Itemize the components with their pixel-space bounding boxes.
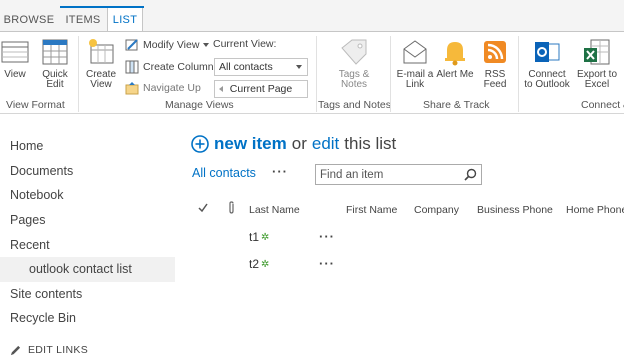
rss-icon — [484, 41, 506, 63]
group-divider — [518, 36, 519, 112]
view-icon — [1, 41, 29, 63]
nav-item-pages[interactable]: Pages — [0, 208, 175, 233]
edit-list-link[interactable]: edit — [312, 134, 339, 154]
rss-feed-label: RSS Feed — [483, 69, 507, 90]
alert-me-button[interactable]: Alert Me — [433, 36, 477, 80]
bell-icon — [445, 42, 465, 66]
group-label-view-format: View Format — [6, 99, 65, 111]
nav-item-site-contents[interactable]: Site contents — [0, 282, 175, 307]
pencil-icon — [10, 345, 21, 355]
view-all-contacts-link[interactable]: All contacts — [192, 166, 256, 180]
create-view-label: Create View — [85, 69, 116, 90]
add-icon[interactable] — [191, 135, 209, 153]
navigate-up-button[interactable]: Navigate Up — [125, 81, 201, 95]
tab-browse[interactable]: BROWSE — [0, 8, 58, 32]
new-item-link[interactable]: new item — [214, 134, 287, 154]
previous-page-icon — [219, 86, 223, 92]
export-excel-button[interactable]: Export to Excel — [574, 36, 620, 90]
group-label-connect-export: Connect & — [581, 99, 624, 111]
item-title-link[interactable]: t1 — [249, 230, 259, 244]
nav-item-home[interactable]: Home — [0, 134, 175, 159]
tab-context-highlight — [60, 6, 144, 8]
attachment-icon — [227, 201, 236, 218]
email-link-label: E-mail a Link — [396, 69, 434, 90]
create-view-icon — [89, 39, 114, 64]
export-excel-label: Export to Excel — [576, 69, 618, 90]
search-input[interactable]: Find an item — [315, 164, 482, 185]
group-label-tags-notes: Tags and Notes — [318, 99, 391, 111]
nav-item-outlook-contact-list[interactable]: outlook contact list — [0, 256, 175, 282]
nav-item-recycle-bin[interactable]: Recycle Bin — [0, 306, 175, 331]
nav-item-documents[interactable]: Documents — [0, 159, 175, 184]
alert-me-label: Alert Me — [436, 69, 474, 80]
quick-edit-icon — [42, 39, 68, 65]
search-icon[interactable] — [464, 168, 477, 181]
item-title-link[interactable]: t2 — [249, 257, 259, 271]
row-actions-ellipsis[interactable]: ··· — [319, 229, 335, 244]
chevron-down-icon — [203, 43, 210, 47]
tag-icon — [341, 39, 367, 65]
navigate-up-label: Navigate Up — [143, 82, 201, 94]
group-divider — [390, 36, 391, 112]
view-button[interactable]: View — [0, 36, 37, 80]
email-link-button[interactable]: E-mail a Link — [393, 36, 437, 90]
edit-links-button[interactable]: EDIT LINKS — [10, 344, 88, 356]
modify-view-label: Modify View — [143, 39, 200, 51]
column-header-home-phone[interactable]: Home Phone — [566, 204, 624, 216]
tab-items[interactable]: ITEMS — [60, 8, 106, 32]
new-item-bar: new item or edit this list — [191, 134, 396, 154]
ribbon: View Quick Edit View Format Create View — [0, 32, 624, 114]
table-row: t2 ✲ — [249, 257, 269, 271]
column-header-last-name[interactable]: Last Name — [249, 204, 300, 216]
current-view-value: All contacts — [219, 61, 273, 73]
left-navigation: Home Documents Notebook Pages Recent out… — [0, 134, 175, 331]
row-actions-ellipsis[interactable]: ··· — [319, 256, 335, 271]
create-column-label: Create Column — [143, 61, 214, 73]
search-placeholder: Find an item — [320, 168, 384, 181]
create-view-button[interactable]: Create View — [79, 36, 123, 90]
current-page-label: Current Page — [229, 83, 293, 95]
group-label-manage-views: Manage Views — [165, 99, 234, 111]
tags-notes-label: Tags & Notes — [338, 69, 370, 90]
tab-list[interactable]: LIST — [107, 7, 143, 32]
quick-edit-button[interactable]: Quick Edit — [33, 36, 77, 90]
view-label: View — [4, 69, 26, 80]
create-column-button[interactable]: Create Column — [125, 60, 214, 74]
modify-view-icon — [125, 39, 138, 51]
group-label-share-track: Share & Track — [423, 99, 490, 111]
new-item-icon: ✲ — [261, 258, 270, 270]
outlook-icon — [535, 42, 560, 62]
view-options-ellipsis[interactable]: ··· — [272, 164, 288, 179]
current-view-select[interactable]: All contacts — [214, 58, 308, 76]
current-page-control[interactable]: Current Page — [214, 80, 308, 98]
new-item-icon: ✲ — [261, 231, 270, 243]
nav-item-recent[interactable]: Recent — [0, 232, 175, 257]
tags-notes-button[interactable]: Tags & Notes — [332, 36, 376, 90]
rss-feed-button[interactable]: RSS Feed — [473, 36, 517, 90]
quick-edit-label: Quick Edit — [42, 69, 68, 90]
modify-view-button[interactable]: Modify View — [125, 38, 210, 52]
this-list-text: this list — [344, 134, 397, 153]
select-all-checkmark-icon[interactable] — [198, 203, 208, 216]
nav-item-notebook[interactable]: Notebook — [0, 183, 175, 208]
email-icon — [403, 40, 427, 64]
table-row: t1 ✲ — [249, 230, 269, 244]
column-header-company[interactable]: Company — [414, 204, 459, 216]
edit-links-label: EDIT LINKS — [28, 344, 88, 356]
column-header-business-phone[interactable]: Business Phone — [477, 204, 553, 216]
create-column-icon — [125, 60, 139, 74]
connect-outlook-button[interactable]: Connect to Outlook — [523, 36, 571, 90]
or-text: or — [291, 134, 307, 153]
current-view-label: Current View: — [213, 38, 277, 50]
connect-outlook-label: Connect to Outlook — [524, 69, 570, 90]
navigate-up-icon — [125, 82, 139, 95]
ribbon-tab-bar: BROWSE ITEMS LIST — [0, 0, 624, 32]
chevron-down-icon — [296, 65, 302, 69]
group-divider — [316, 36, 317, 112]
excel-icon — [584, 39, 610, 65]
column-header-first-name[interactable]: First Name — [346, 204, 397, 216]
